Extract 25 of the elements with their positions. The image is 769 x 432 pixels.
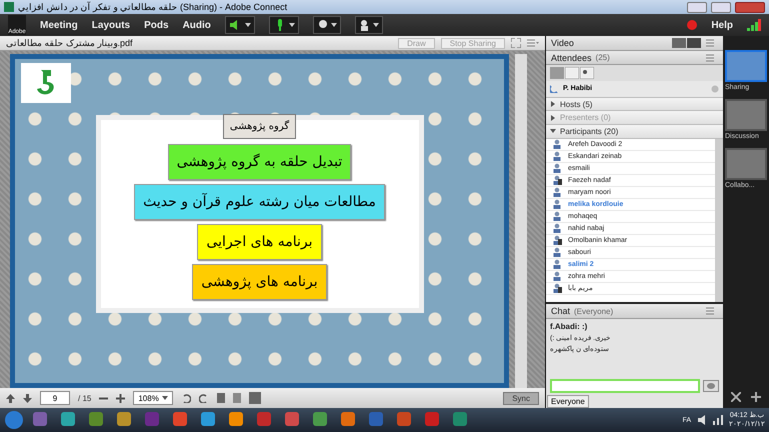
chat-audience: (Everyone) — [574, 306, 614, 316]
menu-item[interactable]: Meeting — [40, 20, 78, 30]
group-label: گروه پژوهشی — [222, 114, 296, 139]
menu-item[interactable]: Pods — [144, 20, 169, 30]
chat-message: f.Abadi: :) — [550, 322, 588, 331]
page-count: / 15 — [78, 394, 92, 402]
pod-title: وبینار مشترک حلقه مطالعاتی.pdf — [6, 38, 134, 48]
group-header[interactable]: Participants (20) — [546, 125, 723, 139]
chat-tab[interactable]: Everyone — [547, 395, 589, 408]
title-block: برنامه های اجرایی — [197, 224, 322, 260]
menu-item[interactable]: Audio — [182, 20, 211, 30]
pod-title: Video — [551, 38, 574, 48]
menu-item[interactable]: Layouts — [92, 20, 130, 30]
window-title: حلقه مطالعاتي و تفكر آن در دانش افزايي (Sharing) - Adobe Connect — [18, 2, 288, 12]
pod-title: Chat — [551, 306, 570, 316]
title-block: برنامه های پژوهشی — [192, 264, 327, 300]
pod-title: Attendees — [551, 52, 592, 63]
group-header[interactable]: Hosts (5) — [546, 98, 723, 112]
help-menu[interactable]: Help — [711, 20, 733, 30]
sync-button[interactable]: Sync — [503, 392, 539, 404]
page-field[interactable]: 9 — [40, 391, 70, 405]
title-block: تبدیل حلقه به گروه پژوهشی — [168, 144, 352, 180]
title-block: مطالعات میان رشته علوم قرآن و حدیث — [134, 184, 385, 220]
zoom-dropdown[interactable]: 108% — [133, 391, 173, 405]
attendee-count: (25) — [596, 53, 610, 62]
